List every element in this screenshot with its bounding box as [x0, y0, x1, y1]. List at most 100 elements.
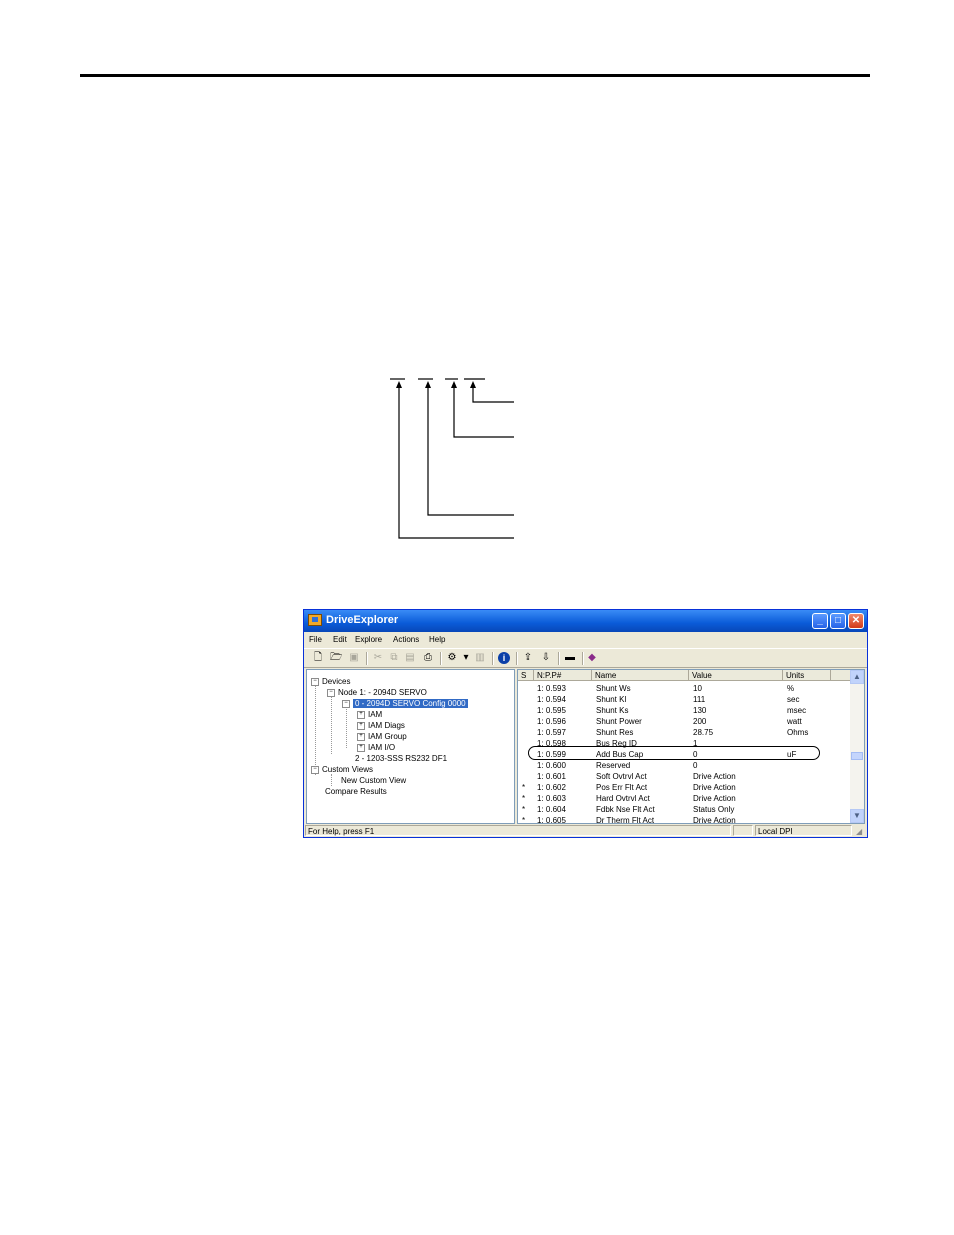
tree-item-label: 2 - 1203-SSS RS232 DF1 [355, 754, 448, 763]
cell-value: 28.75 [693, 728, 714, 737]
cell-number: 1: 0.601 [537, 772, 566, 781]
copy-icon[interactable]: ⧉ [388, 652, 400, 664]
vertical-scrollbar[interactable]: ▲ ▼ [850, 670, 864, 823]
cell-name: Shunt Kl [596, 695, 627, 704]
info-icon[interactable]: i [498, 652, 510, 664]
table-row[interactable]: 1: 0.595 Shunt Ks 130 msec [518, 705, 851, 716]
scroll-thumb[interactable] [851, 752, 863, 760]
column-header-value[interactable]: Value [689, 670, 783, 681]
table-row[interactable]: * 1: 0.602 Pos Err Flt Act Drive Action [518, 782, 851, 793]
tree-item-config[interactable]: −0 - 2094D SERVO Config 0000 [342, 698, 468, 709]
cell-name: Shunt Ks [596, 706, 629, 715]
menu-edit[interactable]: Edit [333, 635, 347, 644]
column-header-np[interactable]: N:P.P# [534, 670, 592, 681]
table-row[interactable]: * 1: 0.605 Dr Therm Flt Act Drive Action [518, 815, 851, 823]
tree-item-iam[interactable]: + IAM [357, 709, 382, 720]
properties-icon[interactable]: ▥ [474, 652, 486, 664]
upload-icon[interactable]: ⇪ [522, 652, 534, 664]
table-row[interactable]: 1: 0.600 Reserved 0 [518, 760, 851, 771]
scroll-down-icon[interactable]: ▼ [850, 809, 864, 823]
menu-actions[interactable]: Actions [393, 635, 419, 644]
device-tree[interactable]: − Devices − Node 1: - 2094D SERVO −0 - 209… [306, 669, 515, 824]
column-header-s[interactable]: S [518, 670, 534, 681]
minimize-button[interactable]: _ [812, 613, 828, 629]
table-row[interactable]: 1: 0.597 Shunt Res 28.75 Ohms [518, 727, 851, 738]
collapse-icon[interactable]: − [311, 677, 319, 686]
table-row[interactable]: 1: 0.594 Shunt Kl 111 sec [518, 694, 851, 705]
dropdown-arrow-icon[interactable]: ▾ [460, 652, 472, 664]
tree-item-label: IAM Group [368, 732, 407, 741]
menu-explore[interactable]: Explore [355, 635, 382, 644]
cell-name: Shunt Ws [596, 684, 631, 693]
tree-item-iam-diags[interactable]: + IAM Diags [357, 720, 405, 731]
expand-icon[interactable]: + [357, 710, 365, 719]
save-icon[interactable]: ▣ [348, 652, 360, 664]
close-button[interactable]: ✕ [848, 613, 864, 629]
tree-item-compare-results[interactable]: Compare Results [325, 786, 387, 797]
parameter-list[interactable]: S N:P.P# Name Value Units 1: 0.593 Shunt … [517, 669, 865, 824]
toolbar-separator [440, 652, 442, 665]
resize-grip-icon[interactable]: ◢ [856, 827, 862, 836]
expand-icon[interactable]: + [357, 732, 365, 741]
paste-icon[interactable]: ▤ [404, 652, 416, 664]
tree-item-node2[interactable]: 2 - 1203-SSS RS232 DF1 [355, 753, 447, 764]
collapse-icon[interactable]: − [311, 765, 319, 774]
column-header-units[interactable]: Units [783, 670, 831, 681]
table-row[interactable]: 1: 0.596 Shunt Power 200 watt [518, 716, 851, 727]
expand-icon[interactable]: + [357, 721, 365, 730]
status-bar: For Help, press F1 Local DPI ◢ [304, 824, 867, 837]
cut-icon[interactable]: ✂ [372, 652, 384, 664]
new-file-icon[interactable]: 🗋 [312, 652, 324, 664]
book-icon[interactable]: ◆ [586, 652, 598, 664]
tree-item-label: Compare Results [325, 787, 387, 796]
table-row[interactable]: * 1: 0.604 Fdbk Nse Flt Act Status Only [518, 804, 851, 815]
download-icon[interactable]: ⇩ [540, 652, 552, 664]
table-row[interactable]: * 1: 0.603 Hard Ovtrvl Act Drive Action [518, 793, 851, 804]
table-row[interactable]: 1: 0.601 Soft Ovtrvl Act Drive Action [518, 771, 851, 782]
cell-status: * [522, 805, 526, 814]
tree-item-new-custom-view[interactable]: New Custom View [341, 775, 406, 786]
menu-help[interactable]: Help [429, 635, 445, 644]
toolbar-separator [558, 652, 560, 665]
menu-file[interactable]: File [309, 635, 322, 644]
toolbar-separator [516, 652, 518, 665]
cell-name: Hard Ovtrvl Act [596, 794, 650, 803]
collapse-icon[interactable]: − [342, 699, 350, 708]
cell-name: Shunt Power [596, 717, 642, 726]
tree-item-custom-views[interactable]: − Custom Views [311, 764, 373, 775]
cell-name: Fdbk Nse Flt Act [596, 805, 655, 814]
print-icon[interactable]: ⎙ [422, 652, 434, 664]
cell-number: 1: 0.602 [537, 783, 566, 792]
connect-icon[interactable]: ⚙ [446, 652, 458, 664]
collapse-icon[interactable]: − [327, 688, 335, 697]
tree-item-label: Node 1: - 2094D SERVO [338, 688, 427, 697]
app-icon [308, 614, 322, 626]
cell-number: 1: 0.600 [537, 761, 566, 770]
tree-item-label: Custom Views [322, 765, 373, 774]
cell-number: 1: 0.597 [537, 728, 566, 737]
cell-units: % [787, 684, 795, 693]
expand-icon[interactable]: + [357, 743, 365, 752]
toolbar-separator [366, 652, 368, 665]
tree-item-label: IAM [368, 710, 383, 719]
tree-item-devices[interactable]: − Devices [311, 676, 350, 687]
table-row[interactable]: 1: 0.593 Shunt Ws 10% [518, 683, 851, 694]
tree-item-node1[interactable]: − Node 1: - 2094D SERVO [327, 687, 427, 698]
cell-value: 111 [693, 695, 706, 704]
tree-item-iam-io[interactable]: + IAM I/O [357, 742, 395, 753]
maximize-button[interactable]: □ [830, 613, 846, 629]
title-bar[interactable]: DriveExplorer _ □ ✕ [304, 610, 867, 632]
driveexplorer-window[interactable]: DriveExplorer _ □ ✕ File Edit Explore Ac… [303, 609, 868, 838]
menu-bar: File Edit Explore Actions Help [304, 632, 867, 647]
cell-number: 1: 0.595 [537, 706, 566, 715]
monitor-icon[interactable]: ▬ [562, 652, 578, 664]
tree-item-iam-group[interactable]: + IAM Group [357, 731, 407, 742]
open-folder-icon[interactable]: 🗁 [330, 652, 342, 664]
tree-guide [331, 774, 332, 786]
cell-units: sec [787, 695, 800, 704]
scroll-up-icon[interactable]: ▲ [850, 670, 864, 684]
column-header-name[interactable]: Name [592, 670, 689, 681]
status-connection: Local DPI [755, 825, 852, 836]
cell-name: Pos Err Flt Act [596, 783, 648, 792]
cell-name: Reserved [596, 761, 631, 770]
